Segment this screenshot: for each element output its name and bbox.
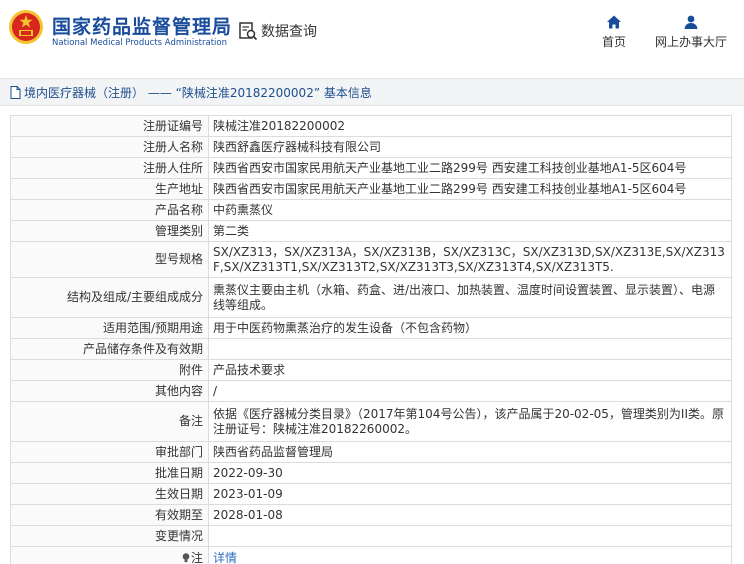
table-row: 注册人名称 陕西舒鑫医疗器械科技有限公司: [10, 136, 732, 158]
national-emblem-logo[interactable]: [8, 9, 44, 45]
table-row: 结构及组成/主要组成成分 熏蒸仪主要由主机（水箱、药盒、进/出液口、加热装置、温度…: [10, 277, 732, 318]
field-value: 陕西省西安市国家民用航天产业基地工业二路299号 西安建工科技创业基地A1-5区…: [208, 157, 732, 179]
field-label: 产品储存条件及有效期: [10, 338, 209, 360]
table-row: 其他内容 /: [10, 380, 732, 402]
lightbulb-icon: [182, 553, 190, 563]
field-value: 陕西省西安市国家民用航天产业基地工业二路299号 西安建工科技创业基地A1-5区…: [208, 178, 732, 200]
field-label: 注册人名称: [10, 136, 209, 158]
field-value: 2028-01-08: [208, 504, 732, 526]
field-value: 第二类: [208, 220, 732, 242]
nav-online-hall[interactable]: 网上办事大厅: [650, 14, 732, 50]
field-label: 结构及组成/主要组成成分: [10, 277, 209, 318]
field-label: 备注: [10, 401, 209, 442]
field-label: 变更情况: [10, 525, 209, 547]
field-value: /: [208, 380, 732, 402]
field-label: 注册人住所: [10, 157, 209, 179]
field-label: 生效日期: [10, 483, 209, 505]
details-link[interactable]: 详情: [213, 551, 237, 564]
home-icon: [607, 15, 621, 29]
note-label-cell: 注: [10, 546, 209, 564]
field-value: [208, 525, 732, 547]
table-row: 注册证编号 陕械注准20182200002: [10, 115, 732, 137]
field-value: 2023-01-09: [208, 483, 732, 505]
note-label: 注: [190, 551, 203, 564]
table-row: 适用范围/预期用途 用于中医药物熏蒸治疗的发生设备（不包含药物）: [10, 317, 732, 339]
table-row: 生产地址 陕西省西安市国家民用航天产业基地工业二路299号 西安建工科技创业基地A…: [10, 178, 732, 200]
field-label: 适用范围/预期用途: [10, 317, 209, 339]
field-value: 产品技术要求: [208, 359, 732, 381]
search-doc-icon: [239, 22, 258, 41]
table-row: 生效日期 2023-01-09: [10, 483, 732, 505]
table-row: 注 详情: [10, 546, 732, 564]
field-value: 陕械注准20182200002: [208, 115, 732, 137]
field-label: 批准日期: [10, 462, 209, 484]
field-value: 依据《医疗器械分类目录》（2017年第104号公告），该产品属于20-02-05…: [208, 401, 732, 442]
table-row: 管理类别 第二类: [10, 220, 732, 242]
table-row: 变更情况: [10, 525, 732, 547]
field-label: 产品名称: [10, 199, 209, 221]
site-header: 国家药品监督管理局 National Medical Products Admi…: [0, 0, 744, 66]
detail-table: 注册证编号 陕械注准20182200002 注册人名称 陕西舒鑫医疗器械科技有限公司…: [10, 115, 732, 564]
field-value: 2022-09-30: [208, 462, 732, 484]
table-row: 产品储存条件及有效期: [10, 338, 732, 360]
breadcrumb-text: 境内医疗器械（注册） —— “陕械注准20182200002” 基本信息: [24, 85, 372, 100]
site-title[interactable]: 国家药品监督管理局: [52, 12, 232, 39]
data-query-link[interactable]: 数据查询: [238, 19, 317, 43]
nav-home-label: 首页: [601, 35, 626, 49]
field-label: 管理类别: [10, 220, 209, 242]
field-value: 用于中医药物熏蒸治疗的发生设备（不包含药物）: [208, 317, 732, 339]
field-value: [208, 338, 732, 360]
site-subtitle: National Medical Products Administration: [52, 38, 227, 48]
field-value: 熏蒸仪主要由主机（水箱、药盒、进/出液口、加热装置、温度时间设置装置、显示装置）…: [208, 277, 732, 318]
note-value-cell: 详情: [208, 546, 732, 564]
table-row: 审批部门 陕西省药品监督管理局: [10, 441, 732, 463]
field-value: 陕西舒鑫医疗器械科技有限公司: [208, 136, 732, 158]
field-label: 型号规格: [10, 241, 209, 278]
nav-online-hall-label: 网上办事大厅: [654, 35, 727, 49]
field-label: 有效期至: [10, 504, 209, 526]
field-value: SX/XZ313，SX/XZ313A，SX/XZ313B，SX/XZ313C，S…: [208, 241, 732, 278]
table-row: 批准日期 2022-09-30: [10, 462, 732, 484]
table-row: 产品名称 中药熏蒸仪: [10, 199, 732, 221]
field-value: 中药熏蒸仪: [208, 199, 732, 221]
table-row: 注册人住所 陕西省西安市国家民用航天产业基地工业二路299号 西安建工科技创业基地…: [10, 157, 732, 179]
table-row: 有效期至 2028-01-08: [10, 504, 732, 526]
field-label: 注册证编号: [10, 115, 209, 137]
breadcrumb: 境内医疗器械（注册） —— “陕械注准20182200002” 基本信息: [0, 78, 744, 106]
table-row: 备注 依据《医疗器械分类目录》（2017年第104号公告），该产品属于20-02-…: [10, 401, 732, 442]
field-label: 生产地址: [10, 178, 209, 200]
field-label: 审批部门: [10, 441, 209, 463]
user-icon: [684, 15, 698, 29]
field-label: 其他内容: [10, 380, 209, 402]
data-query-label: 数据查询: [261, 24, 317, 40]
document-icon: [10, 85, 21, 99]
field-label: 附件: [10, 359, 209, 381]
nav-home[interactable]: 首页: [596, 14, 632, 50]
table-row: 型号规格 SX/XZ313，SX/XZ313A，SX/XZ313B，SX/XZ31…: [10, 241, 732, 278]
table-row: 附件 产品技术要求: [10, 359, 732, 381]
field-value: 陕西省药品监督管理局: [208, 441, 732, 463]
